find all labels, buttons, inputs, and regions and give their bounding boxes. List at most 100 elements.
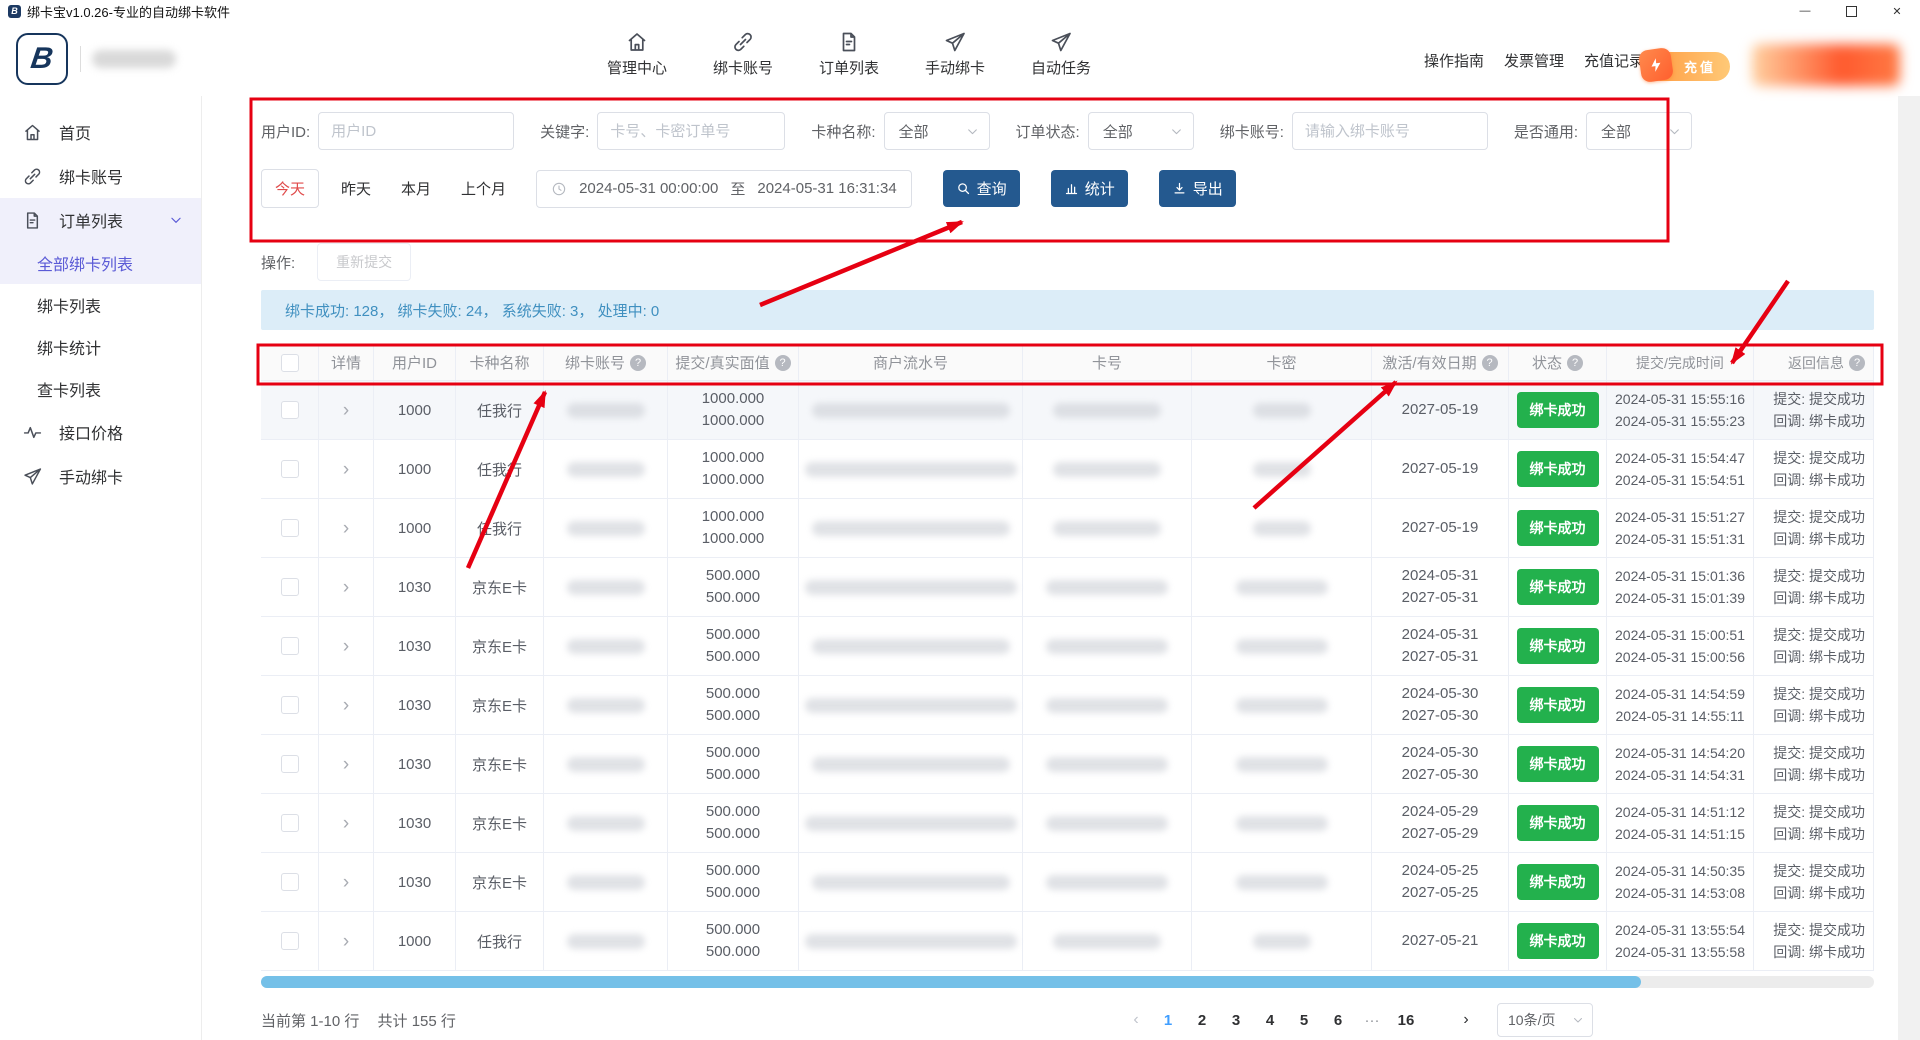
date-range-picker[interactable]: 2024-05-31 00:00:00 至 2024-05-31 16:31:3…	[536, 170, 912, 208]
quick-range-today[interactable]: 今天	[261, 169, 319, 208]
expand-row-icon[interactable]: ›	[343, 696, 349, 715]
help-icon[interactable]: ?	[1482, 355, 1498, 371]
link-operation-guide[interactable]: 操作指南	[1424, 50, 1484, 71]
user-id-input[interactable]	[318, 112, 514, 150]
help-icon[interactable]: ?	[775, 355, 791, 371]
prev-page-button[interactable]: ‹	[1121, 1011, 1151, 1029]
query-label: 查询	[977, 178, 1007, 199]
link-recharge-records[interactable]: 充值记录	[1584, 50, 1644, 71]
help-icon[interactable]: ?	[1849, 355, 1865, 371]
activate-start-value: 2024-05-31	[1402, 624, 1479, 646]
help-icon[interactable]: ?	[630, 355, 646, 371]
return-submit-value: 提交: 提交成功	[1773, 742, 1865, 764]
sidebar-item-api-price[interactable]: 接口价格	[0, 410, 201, 454]
expand-row-icon[interactable]: ›	[343, 460, 349, 479]
expand-row-icon[interactable]: ›	[343, 637, 349, 656]
nav-item-management[interactable]: 管理中心	[596, 30, 678, 78]
sidebar-item-all-bind-list[interactable]: 全部绑卡列表	[0, 242, 201, 284]
nav-item-order-list[interactable]: 订单列表	[808, 30, 890, 78]
row-checkbox[interactable]	[281, 637, 299, 655]
row-checkbox[interactable]	[281, 755, 299, 773]
return-callback-value: 回调: 绑卡成功	[1773, 705, 1865, 727]
link-icon	[22, 166, 43, 187]
nav-label: 管理中心	[607, 57, 667, 78]
nav-label: 绑卡账号	[713, 57, 773, 78]
expand-row-icon[interactable]: ›	[343, 932, 349, 951]
download-icon	[1172, 181, 1187, 196]
face-submit-value: 500.000	[706, 919, 760, 941]
stats-button[interactable]: 统计	[1051, 170, 1128, 207]
return-submit-value: 提交: 提交成功	[1773, 565, 1865, 587]
face-submit-value: 500.000	[706, 742, 760, 764]
row-checkbox[interactable]	[281, 873, 299, 891]
expand-row-icon[interactable]: ›	[343, 755, 349, 774]
universal-select[interactable]: 全部	[1586, 112, 1692, 150]
row-checkbox[interactable]	[281, 460, 299, 478]
quick-range-this-month[interactable]: 本月	[401, 178, 431, 199]
activate-start-value: 2027-05-19	[1402, 517, 1479, 539]
page-size-select[interactable]: 10条/页	[1497, 1003, 1593, 1037]
maximize-button[interactable]	[1828, 0, 1874, 22]
nav-item-manual-bind[interactable]: 手动绑卡	[914, 30, 996, 78]
query-button[interactable]: 查询	[943, 170, 1020, 207]
minimize-button[interactable]: —	[1782, 0, 1828, 22]
col-card-password: 卡密	[1266, 352, 1296, 373]
masked-card-number	[1046, 698, 1168, 713]
page-button[interactable]: 2	[1185, 1006, 1219, 1035]
row-checkbox[interactable]	[281, 814, 299, 832]
nav-item-auto-task[interactable]: 自动任务	[1020, 30, 1102, 78]
card-name-value: 任我行	[477, 400, 522, 421]
expand-row-icon[interactable]: ›	[343, 873, 349, 892]
export-button[interactable]: 导出	[1159, 170, 1236, 207]
sidebar-item-check-card-list[interactable]: 查卡列表	[0, 368, 201, 410]
sidebar-label: 首页	[59, 120, 91, 144]
next-page-button[interactable]: ›	[1451, 1011, 1481, 1029]
row-checkbox[interactable]	[281, 932, 299, 950]
page-button[interactable]: 1	[1151, 1006, 1185, 1035]
help-icon[interactable]: ?	[1567, 355, 1583, 371]
sidebar-item-manual-bind[interactable]: 手动绑卡	[0, 454, 201, 498]
close-button[interactable]: ✕	[1874, 0, 1920, 22]
card-type-select[interactable]: 全部	[884, 112, 990, 150]
page-button[interactable]: 5	[1287, 1006, 1321, 1035]
expand-row-icon[interactable]: ›	[343, 519, 349, 538]
masked-bind-account	[567, 757, 645, 772]
sidebar-item-bind-stats[interactable]: 绑卡统计	[0, 326, 201, 368]
page-button[interactable]: 16	[1389, 1006, 1423, 1035]
page-button[interactable]: 3	[1219, 1006, 1253, 1035]
row-checkbox[interactable]	[281, 519, 299, 537]
select-all-checkbox[interactable]	[281, 354, 299, 372]
face-real-value: 500.000	[706, 764, 760, 786]
sidebar-item-order-list[interactable]: 订单列表	[0, 198, 201, 242]
keyword-input[interactable]	[597, 112, 785, 150]
bind-account-input[interactable]	[1292, 112, 1488, 150]
masked-bind-account	[567, 403, 645, 418]
order-status-select[interactable]: 全部	[1088, 112, 1194, 150]
sidebar-item-home[interactable]: 首页	[0, 110, 201, 154]
quick-range-last-month[interactable]: 上个月	[461, 178, 506, 199]
col-status: 状态	[1532, 352, 1562, 373]
card-name-value: 京东E卡	[472, 636, 527, 657]
page-button[interactable]: 4	[1253, 1006, 1287, 1035]
expand-row-icon[interactable]: ›	[343, 401, 349, 420]
order-status-label: 订单状态:	[1016, 121, 1080, 142]
operation-label: 操作:	[261, 252, 295, 273]
link-invoice-management[interactable]: 发票管理	[1504, 50, 1564, 71]
nav-item-bind-account[interactable]: 绑卡账号	[702, 30, 784, 78]
expand-row-icon[interactable]: ›	[343, 578, 349, 597]
row-checkbox[interactable]	[281, 696, 299, 714]
table-row: › 1030 京东E卡 500.000 500.000 2024-05-31 2…	[261, 558, 1874, 617]
scrollbar-thumb[interactable]	[261, 976, 1641, 988]
sidebar-item-bind-account[interactable]: 绑卡账号	[0, 154, 201, 198]
quick-range-yesterday[interactable]: 昨天	[341, 178, 371, 199]
horizontal-scrollbar[interactable]	[261, 976, 1874, 988]
face-submit-value: 500.000	[706, 860, 760, 882]
expand-row-icon[interactable]: ›	[343, 814, 349, 833]
sidebar-item-bind-list[interactable]: 绑卡列表	[0, 284, 201, 326]
resubmit-button[interactable]: 重新提交	[317, 243, 411, 281]
row-checkbox[interactable]	[281, 578, 299, 596]
recharge-button[interactable]: 充值	[1646, 52, 1730, 81]
face-real-value: 500.000	[706, 823, 760, 845]
row-checkbox[interactable]	[281, 401, 299, 419]
page-button[interactable]: 6	[1321, 1006, 1355, 1035]
